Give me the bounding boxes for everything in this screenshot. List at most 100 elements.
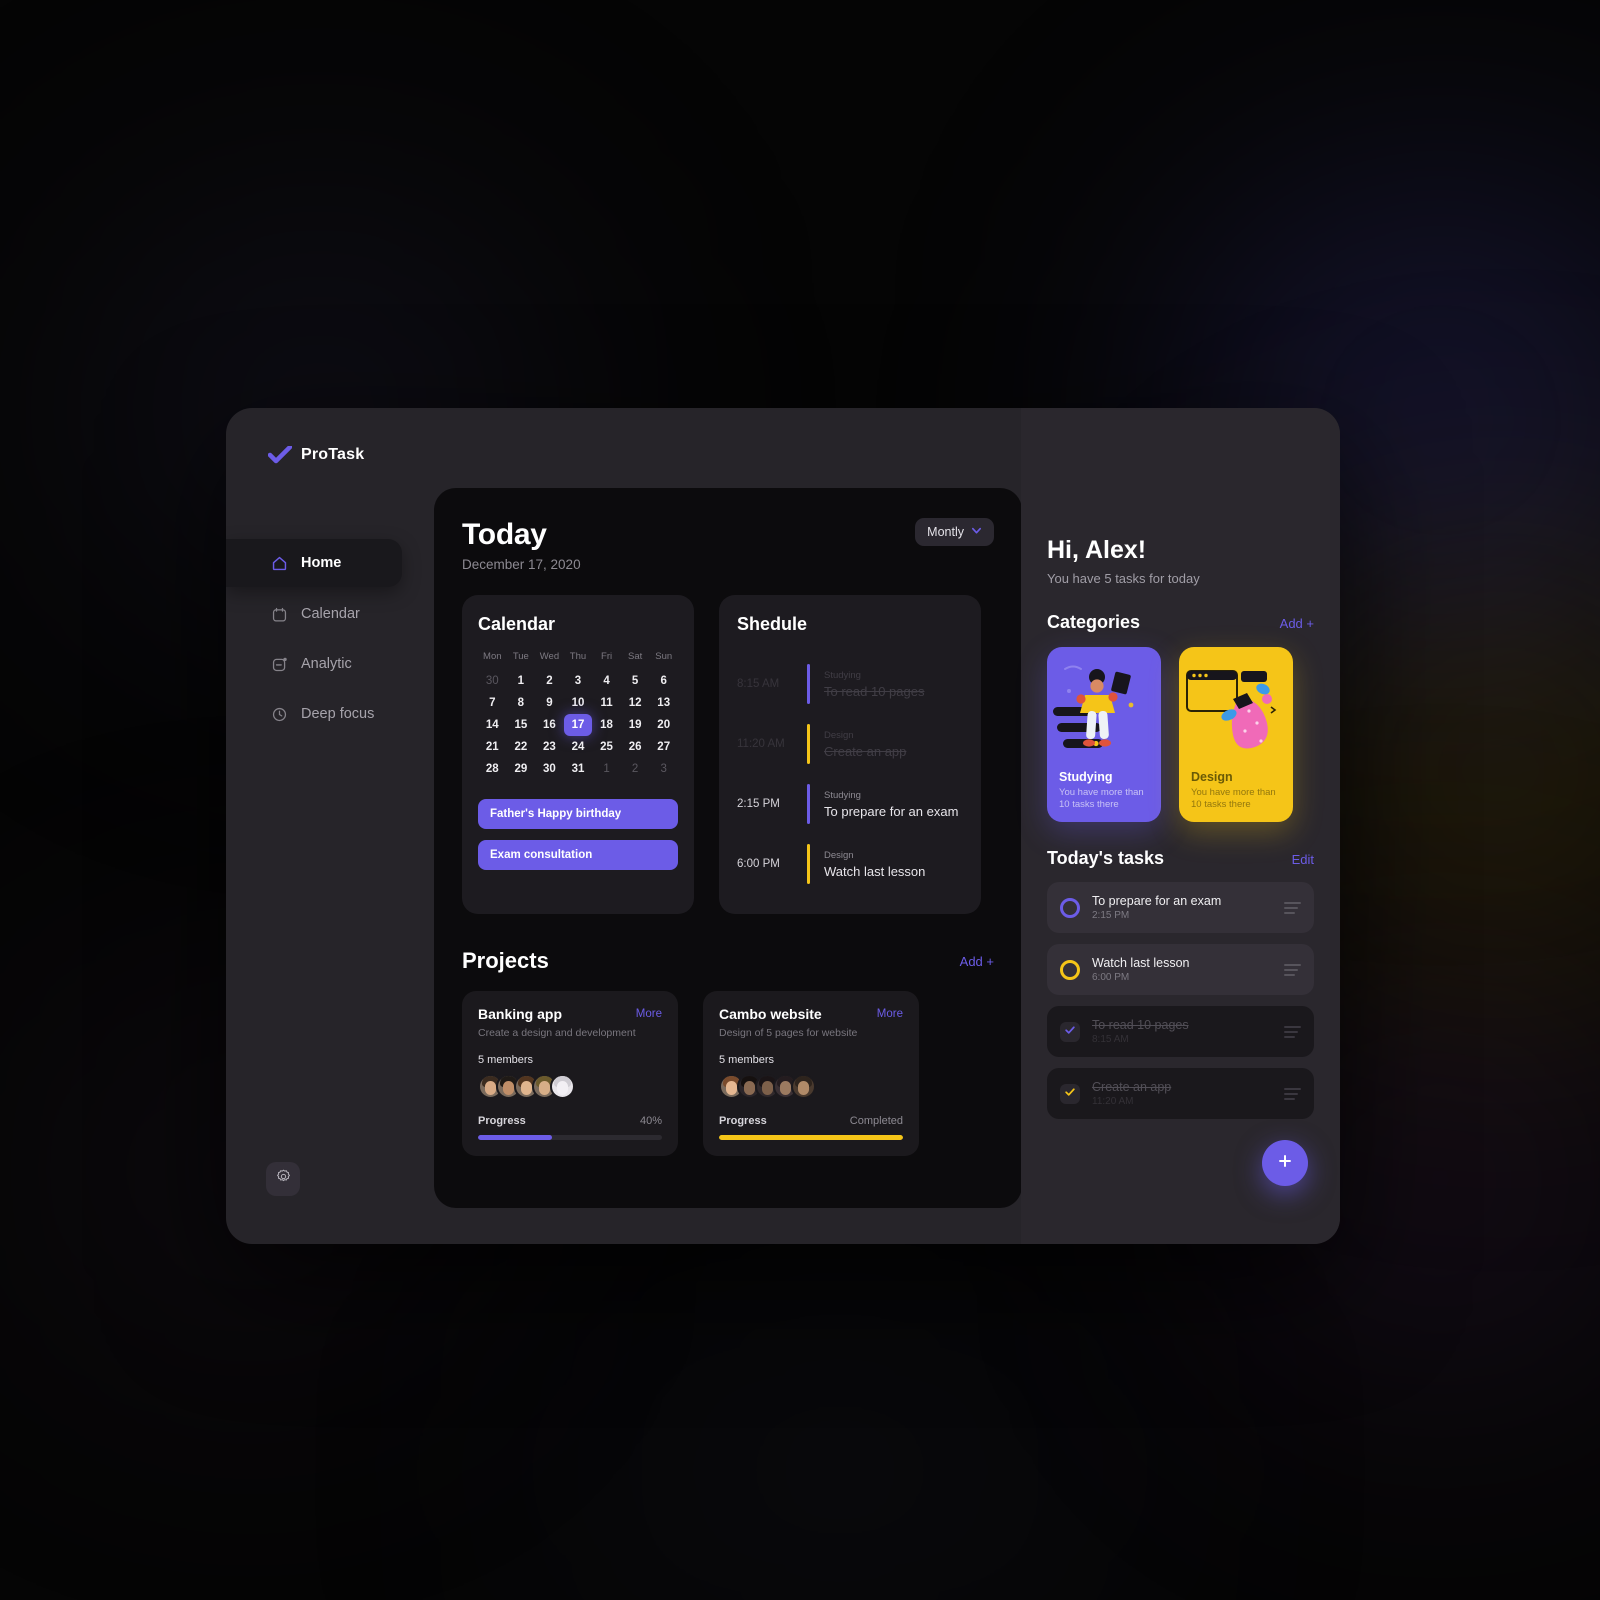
task-checkbox-circle-icon[interactable] [1060,897,1080,918]
calendar-day[interactable]: 4 [592,670,621,692]
calendar-day[interactable]: 16 [535,714,564,736]
drag-handle-icon[interactable] [1284,1087,1301,1100]
calendar-day[interactable]: 2 [535,670,564,692]
schedule-category: Studying [824,789,861,801]
task-time: 11:20 AM [1092,1096,1134,1107]
drag-handle-icon[interactable] [1284,1025,1301,1038]
task-name: Create an app [1092,1080,1172,1094]
calendar-title: Calendar [478,614,556,634]
sidebar-item-label: Analytic [301,656,352,672]
schedule-color-bar [807,724,810,764]
task-time: 2:15 PM [1092,910,1130,921]
calendar-day[interactable]: 30 [535,758,564,780]
member-avatar [550,1074,575,1099]
calendar-day[interactable]: 9 [535,692,564,714]
calendar-day[interactable]: 10 [564,692,593,714]
task-name: To read 10 pages [1092,1018,1189,1032]
period-select[interactable]: Montly [915,518,994,546]
calendar-day[interactable]: 1 [507,670,536,692]
schedule-row[interactable]: 6:00 PM Design Watch last lesson [737,834,963,894]
calendar-day[interactable]: 29 [507,758,536,780]
calendar-event[interactable]: Father's Happy birthday [478,799,678,829]
calendar-day[interactable]: 3 [649,758,678,780]
calendar-day[interactable]: 25 [592,736,621,758]
calendar-day[interactable]: 3 [564,670,593,692]
calendar-day[interactable]: 14 [478,714,507,736]
today-heading-group: Today December 17, 2020 [462,518,581,572]
calendar-day[interactable]: 6 [649,670,678,692]
project-more-button[interactable]: More [877,1008,903,1020]
greeting-title: Hi, Alex! [1047,536,1147,564]
calendar-day[interactable]: 30 [478,670,507,692]
calendar-dow: Fri [601,651,613,662]
category-name: Design [1191,770,1233,785]
sidebar-item-deep-focus[interactable]: Deep focus [226,691,428,737]
task-body: To prepare for an exam 2:15 PM [1092,894,1272,921]
schedule-row[interactable]: 8:15 AM Studying To read 10 pages [737,654,963,714]
check-icon [268,446,292,464]
sidebar-nav: Home Calendar Analytic Deep focus [226,539,428,737]
schedule-row[interactable]: 2:15 PM Studying To prepare for an exam [737,774,963,834]
calendar-day[interactable]: 7 [478,692,507,714]
calendar-day[interactable]: 19 [621,714,650,736]
calendar-day[interactable]: 20 [649,714,678,736]
task-body: Watch last lesson 6:00 PM [1092,956,1272,983]
sidebar-item-home[interactable]: Home [226,539,402,587]
schedule-text: Design Watch last lesson [824,850,925,879]
task-row[interactable]: To read 10 pages 8:15 AM [1047,1006,1314,1057]
calendar-day[interactable]: 11 [592,692,621,714]
edit-tasks-button[interactable]: Edit [1292,852,1314,867]
calendar-day[interactable]: 8 [507,692,536,714]
project-members-count: 5 members [478,1054,534,1066]
sidebar-item-calendar[interactable]: Calendar [226,591,428,637]
calendar-icon [271,606,288,623]
calendar-day[interactable]: 5 [621,670,650,692]
calendar-day[interactable]: 22 [507,736,536,758]
calendar-day[interactable]: 18 [592,714,621,736]
schedule-time: 2:15 PM [737,798,780,810]
projects-row: Banking app More Create a design and dev… [462,991,994,1156]
calendar-day[interactable]: 26 [621,736,650,758]
task-checkbox-circle-icon[interactable] [1060,959,1080,980]
calendar-day[interactable]: 27 [649,736,678,758]
schedule-category: Studying [824,669,861,681]
schedule-time: 6:00 PM [737,858,780,870]
task-row[interactable]: Watch last lesson 6:00 PM [1047,944,1314,995]
calendar-day[interactable]: 23 [535,736,564,758]
drag-handle-icon[interactable] [1284,901,1301,914]
task-checkbox-checked[interactable] [1060,1083,1080,1104]
project-more-button[interactable]: More [636,1008,662,1020]
task-row[interactable]: To prepare for an exam 2:15 PM [1047,882,1314,933]
task-body: To read 10 pages 8:15 AM [1092,1018,1272,1045]
calendar-day[interactable]: 31 [564,758,593,780]
task-time: 8:15 AM [1092,1034,1129,1045]
calendar-day[interactable]: 2 [621,758,650,780]
schedule-name: Create an app [824,743,907,759]
sidebar-item-analytic[interactable]: Analytic [226,641,428,687]
task-checkbox-checked[interactable] [1060,1021,1080,1042]
task-row[interactable]: Create an app 11:20 AM [1047,1068,1314,1119]
calendar-day[interactable]: 28 [478,758,507,780]
progress-fill [478,1135,552,1140]
add-category-button[interactable]: Add + [1280,616,1314,631]
add-task-fab[interactable] [1262,1140,1308,1186]
task-body: Create an app 11:20 AM [1092,1080,1272,1107]
project-card[interactable]: Banking app More Create a design and dev… [462,991,678,1156]
app-window: ProTask Home Calendar Analytic Deep focu… [226,408,1340,1244]
calendar-day[interactable]: 21 [478,736,507,758]
drag-handle-icon[interactable] [1284,963,1301,976]
calendar-day[interactable]: 24 [564,736,593,758]
schedule-row[interactable]: 11:20 AM Design Create an app [737,714,963,774]
calendar-day[interactable]: 13 [649,692,678,714]
add-project-button[interactable]: Add + [960,954,994,969]
category-card-design[interactable]: Design You have more than 10 tasks there [1179,647,1293,822]
calendar-day[interactable]: 1 [592,758,621,780]
settings-button[interactable] [266,1162,300,1196]
calendar-day[interactable]: 15 [507,714,536,736]
project-card[interactable]: Cambo website More Design of 5 pages for… [703,991,919,1156]
greeting-subtitle: You have 5 tasks for today [1047,571,1200,586]
calendar-event[interactable]: Exam consultation [478,840,678,870]
calendar-day[interactable]: 12 [621,692,650,714]
calendar-day-selected[interactable]: 17 [563,714,593,736]
category-card-studying[interactable]: Studying You have more than 10 tasks the… [1047,647,1161,822]
